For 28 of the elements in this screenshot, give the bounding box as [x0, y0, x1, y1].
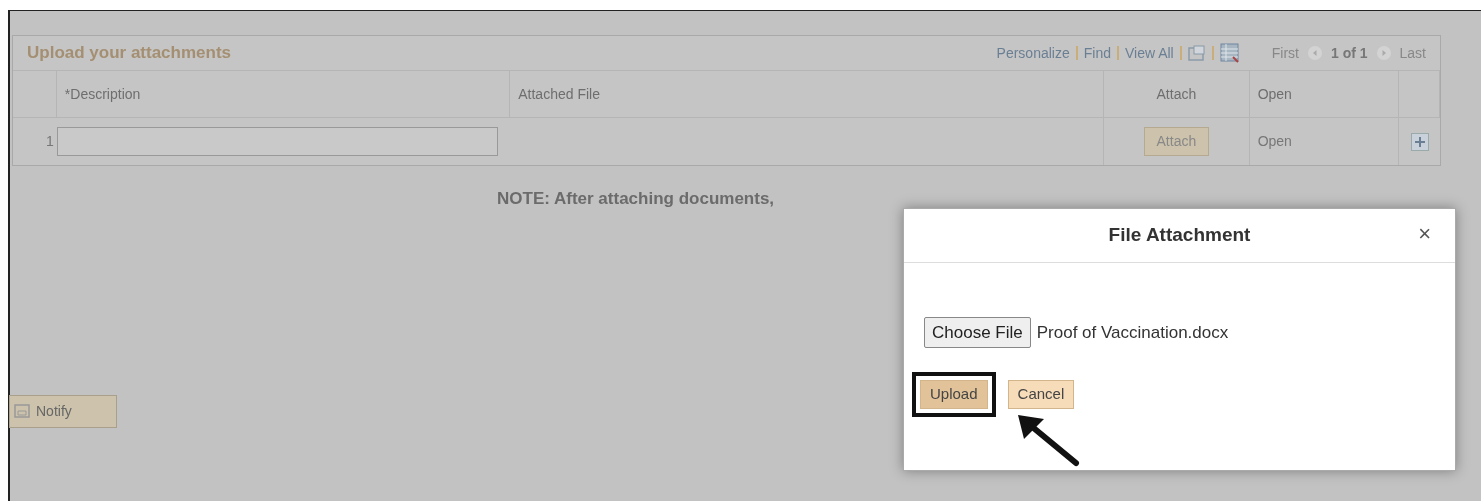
pager-first[interactable]: First	[1271, 42, 1299, 64]
grid-title: Upload your attachments	[27, 42, 232, 65]
arrow-icon	[1016, 413, 1082, 467]
column-header: *Description	[64, 84, 141, 104]
dialog-button[interactable]: Upload	[920, 380, 988, 409]
column-header: Attach	[1156, 84, 1197, 104]
toolbar-link[interactable]: View All	[1124, 42, 1174, 64]
toolbar-link[interactable]: Find	[1083, 42, 1111, 64]
spreadsheet-icon[interactable]	[1219, 43, 1240, 63]
column-header: Open	[1257, 84, 1292, 104]
close-button[interactable]: ×	[1418, 223, 1431, 245]
attach-button[interactable]: Attach	[1143, 127, 1210, 156]
dialog-title: File Attachment	[1108, 223, 1251, 248]
open-link[interactable]: Open	[1257, 131, 1292, 152]
column-header: Attached File	[518, 84, 600, 104]
pager-last[interactable]: Last	[1399, 42, 1426, 64]
choose-file-button[interactable]: Choose File	[924, 317, 1031, 348]
add-row-icon[interactable]	[1410, 132, 1429, 151]
notify-button[interactable]: Notify	[9, 394, 117, 428]
description-field[interactable]	[56, 127, 498, 156]
notify-icon	[14, 404, 30, 418]
pager-position: 1 of 1	[1330, 43, 1368, 63]
dialog-button[interactable]: Cancel	[1007, 380, 1075, 409]
zoom-window-icon[interactable]	[1187, 45, 1206, 61]
note-text: NOTE: After attaching documents,	[497, 188, 775, 210]
file-name: Proof of Vaccination.docx	[1036, 321, 1229, 344]
row-number: 1	[46, 132, 54, 151]
toolbar-link[interactable]: Personalize	[996, 42, 1070, 64]
